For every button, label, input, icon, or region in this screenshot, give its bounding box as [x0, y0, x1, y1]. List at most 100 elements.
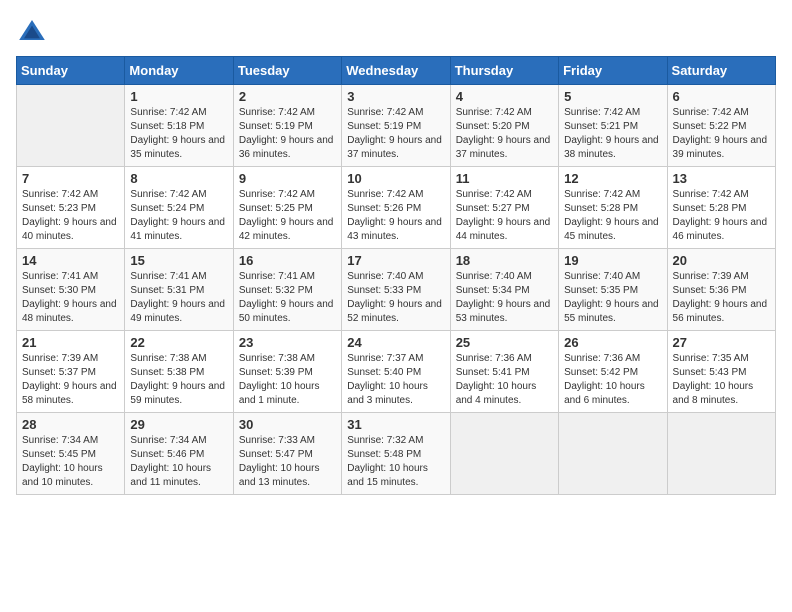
page-header — [16, 16, 776, 48]
day-header-monday: Monday — [125, 57, 233, 85]
week-row-5: 28 Sunrise: 7:34 AMSunset: 5:45 PMDayligh… — [17, 413, 776, 495]
day-info: Sunrise: 7:42 AMSunset: 5:24 PMDaylight:… — [130, 188, 227, 244]
calendar-table: SundayMondayTuesdayWednesdayThursdayFrid… — [16, 56, 776, 495]
calendar-cell: 8Sunrise: 7:42 AMSunset: 5:24 PMDaylight… — [125, 167, 233, 249]
day-info: Sunrise: 7:34 AMSunset: 5:45 PMDaylight:… — [22, 434, 119, 490]
day-number: 13 — [673, 171, 770, 186]
day-number: 2 — [239, 89, 336, 104]
day-info: Sunrise: 7:40 AMSunset: 5:33 PMDaylight:… — [347, 270, 444, 326]
day-info: Sunrise: 7:37 AMSunset: 5:40 PMDaylight:… — [347, 352, 444, 408]
day-number: 28 — [22, 417, 119, 432]
day-info: Sunrise: 7:42 AMSunset: 5:28 PMDaylight:… — [564, 188, 661, 244]
day-number: 5 — [564, 89, 661, 104]
day-info: Sunrise: 7:35 AMSunset: 5:43 PMDaylight:… — [673, 352, 770, 408]
calendar-cell: 25 Sunrise: 7:36 AMSunset: 5:41 PMDayligh… — [450, 331, 558, 413]
calendar-cell: 7 Sunrise: 7:42 AMSunset: 5:23 PMDaylight… — [17, 167, 125, 249]
day-header-thursday: Thursday — [450, 57, 558, 85]
calendar-cell: 9 Sunrise: 7:42 AMSunset: 5:25 PMDaylight… — [233, 167, 341, 249]
week-row-3: 14 Sunrise: 7:41 AMSunset: 5:30 PMDayligh… — [17, 249, 776, 331]
day-info: Sunrise: 7:38 AMSunset: 5:39 PMDaylight:… — [239, 352, 336, 408]
day-number: 11 — [456, 171, 553, 186]
calendar-cell: 1 Sunrise: 7:42 AMSunset: 5:18 PMDaylight… — [125, 85, 233, 167]
day-info: Sunrise: 7:36 AMSunset: 5:42 PMDaylight:… — [564, 352, 661, 408]
day-info: Sunrise: 7:39 AMSunset: 5:37 PMDaylight:… — [22, 352, 119, 408]
day-info: Sunrise: 7:42 AMSunset: 5:22 PMDaylight:… — [673, 106, 770, 162]
calendar-cell — [450, 413, 558, 495]
calendar-cell: 17 Sunrise: 7:40 AMSunset: 5:33 PMDayligh… — [342, 249, 450, 331]
day-number: 4 — [456, 89, 553, 104]
day-info: Sunrise: 7:41 AMSunset: 5:31 PMDaylight:… — [130, 270, 227, 326]
day-number: 17 — [347, 253, 444, 268]
calendar-cell: 10 Sunrise: 7:42 AMSunset: 5:26 PMDayligh… — [342, 167, 450, 249]
calendar-cell: 14 Sunrise: 7:41 AMSunset: 5:30 PMDayligh… — [17, 249, 125, 331]
calendar-cell: 22 Sunrise: 7:38 AMSunset: 5:38 PMDayligh… — [125, 331, 233, 413]
calendar-cell — [17, 85, 125, 167]
day-number: 16 — [239, 253, 336, 268]
day-number: 26 — [564, 335, 661, 350]
day-number: 31 — [347, 417, 444, 432]
day-info: Sunrise: 7:36 AMSunset: 5:41 PMDaylight:… — [456, 352, 553, 408]
calendar-cell: 16 Sunrise: 7:41 AMSunset: 5:32 PMDayligh… — [233, 249, 341, 331]
day-number: 27 — [673, 335, 770, 350]
day-number: 22 — [130, 335, 227, 350]
day-number: 10 — [347, 171, 444, 186]
day-number: 25 — [456, 335, 553, 350]
calendar-cell: 20Sunrise: 7:39 AMSunset: 5:36 PMDayligh… — [667, 249, 775, 331]
calendar-cell: 18 Sunrise: 7:40 AMSunset: 5:34 PMDayligh… — [450, 249, 558, 331]
day-header-sunday: Sunday — [17, 57, 125, 85]
day-header-saturday: Saturday — [667, 57, 775, 85]
day-header-tuesday: Tuesday — [233, 57, 341, 85]
day-info: Sunrise: 7:42 AMSunset: 5:26 PMDaylight:… — [347, 188, 444, 244]
week-row-1: 1 Sunrise: 7:42 AMSunset: 5:18 PMDaylight… — [17, 85, 776, 167]
calendar-cell — [667, 413, 775, 495]
day-info: Sunrise: 7:42 AMSunset: 5:25 PMDaylight:… — [239, 188, 336, 244]
logo — [16, 16, 52, 48]
calendar-cell: 19 Sunrise: 7:40 AMSunset: 5:35 PMDayligh… — [559, 249, 667, 331]
day-number: 19 — [564, 253, 661, 268]
day-info: Sunrise: 7:33 AMSunset: 5:47 PMDaylight:… — [239, 434, 336, 490]
day-number: 15 — [130, 253, 227, 268]
day-number: 18 — [456, 253, 553, 268]
day-info: Sunrise: 7:39 AMSunset: 5:36 PMDaylight:… — [673, 270, 770, 326]
day-number: 23 — [239, 335, 336, 350]
day-number: 12 — [564, 171, 661, 186]
day-number: 24 — [347, 335, 444, 350]
day-info: Sunrise: 7:38 AMSunset: 5:38 PMDaylight:… — [130, 352, 227, 408]
day-info: Sunrise: 7:40 AMSunset: 5:34 PMDaylight:… — [456, 270, 553, 326]
calendar-header-row: SundayMondayTuesdayWednesdayThursdayFrid… — [17, 57, 776, 85]
calendar-cell: 11Sunrise: 7:42 AMSunset: 5:27 PMDayligh… — [450, 167, 558, 249]
day-header-friday: Friday — [559, 57, 667, 85]
day-info: Sunrise: 7:41 AMSunset: 5:30 PMDaylight:… — [22, 270, 119, 326]
calendar-cell: 27 Sunrise: 7:35 AMSunset: 5:43 PMDayligh… — [667, 331, 775, 413]
day-info: Sunrise: 7:42 AMSunset: 5:20 PMDaylight:… — [456, 106, 553, 162]
day-number: 6 — [673, 89, 770, 104]
day-info: Sunrise: 7:42 AMSunset: 5:19 PMDaylight:… — [347, 106, 444, 162]
day-number: 21 — [22, 335, 119, 350]
calendar-cell: 4 Sunrise: 7:42 AMSunset: 5:20 PMDaylight… — [450, 85, 558, 167]
calendar-cell: 2Sunrise: 7:42 AMSunset: 5:19 PMDaylight… — [233, 85, 341, 167]
day-info: Sunrise: 7:34 AMSunset: 5:46 PMDaylight:… — [130, 434, 227, 490]
calendar-cell: 5 Sunrise: 7:42 AMSunset: 5:21 PMDaylight… — [559, 85, 667, 167]
day-number: 9 — [239, 171, 336, 186]
day-number: 1 — [130, 89, 227, 104]
calendar-cell: 3Sunrise: 7:42 AMSunset: 5:19 PMDaylight… — [342, 85, 450, 167]
calendar-cell: 26 Sunrise: 7:36 AMSunset: 5:42 PMDayligh… — [559, 331, 667, 413]
day-info: Sunrise: 7:42 AMSunset: 5:21 PMDaylight:… — [564, 106, 661, 162]
day-number: 7 — [22, 171, 119, 186]
day-info: Sunrise: 7:42 AMSunset: 5:28 PMDaylight:… — [673, 188, 770, 244]
calendar-cell: 28 Sunrise: 7:34 AMSunset: 5:45 PMDayligh… — [17, 413, 125, 495]
calendar-cell: 30Sunrise: 7:33 AMSunset: 5:47 PMDayligh… — [233, 413, 341, 495]
calendar-cell — [559, 413, 667, 495]
calendar-cell: 29Sunrise: 7:34 AMSunset: 5:46 PMDayligh… — [125, 413, 233, 495]
day-info: Sunrise: 7:42 AMSunset: 5:23 PMDaylight:… — [22, 188, 119, 244]
calendar-cell: 12 Sunrise: 7:42 AMSunset: 5:28 PMDayligh… — [559, 167, 667, 249]
day-info: Sunrise: 7:40 AMSunset: 5:35 PMDaylight:… — [564, 270, 661, 326]
calendar-cell: 31Sunrise: 7:32 AMSunset: 5:48 PMDayligh… — [342, 413, 450, 495]
calendar-cell: 6 Sunrise: 7:42 AMSunset: 5:22 PMDaylight… — [667, 85, 775, 167]
day-header-wednesday: Wednesday — [342, 57, 450, 85]
day-info: Sunrise: 7:42 AMSunset: 5:18 PMDaylight:… — [130, 106, 227, 162]
day-info: Sunrise: 7:41 AMSunset: 5:32 PMDaylight:… — [239, 270, 336, 326]
calendar-cell: 21 Sunrise: 7:39 AMSunset: 5:37 PMDayligh… — [17, 331, 125, 413]
day-number: 14 — [22, 253, 119, 268]
calendar-cell: 15 Sunrise: 7:41 AMSunset: 5:31 PMDayligh… — [125, 249, 233, 331]
